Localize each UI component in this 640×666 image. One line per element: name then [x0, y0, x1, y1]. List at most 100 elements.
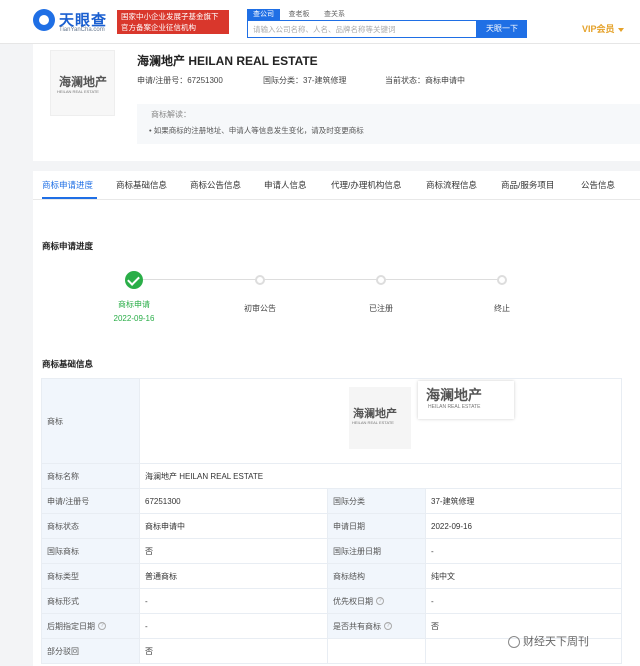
row-label: 国际注册日期	[327, 538, 426, 564]
row-value: -	[424, 538, 623, 564]
enlarged-logo-en: HEILAN REAL ESTATE	[428, 404, 481, 410]
row-value: 否	[139, 638, 328, 664]
tab-applicant-info[interactable]: 申请人信息	[264, 179, 307, 191]
detail-tabs: 商标申请进度 商标基础信息 商标公告信息 申请人信息 代理/办理机构信息 商标流…	[33, 171, 640, 200]
step-dot-3	[376, 275, 386, 285]
vip-menu[interactable]: VIP会员	[582, 22, 624, 35]
search-box	[247, 20, 477, 38]
trademark-title: 海澜地产 HEILAN REAL ESTATE	[137, 54, 318, 68]
image-logo-en: HEILAN REAL ESTATE	[352, 420, 394, 425]
row-label: 申请日期	[327, 513, 426, 539]
trademark-summary: 海澜地产 HEILAN REAL ESTATE 海澜地产 HEILAN REAL…	[33, 44, 640, 161]
row-label-with-help: 后期指定日期?	[41, 613, 140, 639]
help-icon[interactable]: ?	[98, 622, 106, 631]
thumbnail-logo-en: HEILAN REAL ESTATE	[57, 89, 99, 94]
row-value: -	[139, 588, 328, 614]
basic-section-title: 商标基础信息	[42, 359, 94, 369]
watermark: 财经天下周刊	[508, 633, 589, 649]
table-row: 商标形式 - 优先权日期? -	[41, 588, 623, 614]
step-dot-4	[497, 275, 507, 285]
row-label: 优先权日期	[333, 596, 373, 606]
step-dot-2	[255, 275, 265, 285]
row-label-with-help: 是否共有商标?	[327, 613, 426, 639]
row-value: 67251300	[139, 488, 328, 514]
tab-announcement-info[interactable]: 商标公告信息	[190, 179, 241, 191]
chevron-down-icon	[617, 27, 624, 32]
official-badge: 国家中小企业发展子基金旗下 官方备案企业征信机构	[117, 10, 229, 34]
table-row: 申请/注册号 67251300 国际分类 37-建筑修理	[41, 488, 623, 514]
row-label: 部分驳回	[41, 638, 140, 664]
row-label: 商标结构	[327, 563, 426, 589]
trademark-interpretation: 商标解读： • 如果商标的注册地址、申请人等信息发生变化，请及时变更商标	[137, 104, 640, 144]
enlarged-logo-cn: 海澜地产	[426, 387, 482, 403]
tab-progress[interactable]: 商标申请进度	[42, 179, 93, 191]
row-label: 后期指定日期	[47, 621, 95, 631]
trademark-image-cell: 海澜地产 HEILAN REAL ESTATE 海澜地产 HEILAN REAL…	[138, 378, 623, 464]
badge-line-1: 国家中小企业发展子基金旗下	[121, 12, 219, 21]
trademark-thumbnail[interactable]: 海澜地产 HEILAN REAL ESTATE	[50, 50, 115, 116]
site-logo[interactable]: 天眼查 TianYanCha.com	[33, 9, 113, 35]
help-icon[interactable]: ?	[384, 622, 392, 631]
table-row: 商标 海澜地产 HEILAN REAL ESTATE 海澜地产 HEILAN R…	[41, 378, 623, 464]
table-row: 商标名称 海澜地产 HEILAN REAL ESTATE	[41, 463, 623, 489]
logo-eye-icon	[33, 9, 55, 31]
row-label-with-help: 优先权日期?	[327, 588, 426, 614]
step-date-1: 2022-09-16	[113, 314, 155, 323]
vip-label: VIP会员	[582, 24, 615, 34]
trademark-image[interactable]: 海澜地产 HEILAN REAL ESTATE	[349, 387, 411, 449]
step-label-2: 初审公告	[244, 304, 276, 313]
row-value: 纯中文	[424, 563, 623, 589]
interpretation-tip: • 如果商标的注册地址、申请人等信息发生变化，请及时变更商标	[149, 126, 364, 135]
table-row: 商标状态 商标申请中 申请日期 2022-09-16	[41, 513, 623, 539]
search-button[interactable]: 天眼一下	[477, 20, 527, 38]
row-label: 国际商标	[41, 538, 140, 564]
basic-info-table: 商标 海澜地产 HEILAN REAL ESTATE 海澜地产 HEILAN R…	[41, 378, 623, 664]
progress-track	[143, 279, 503, 280]
top-header: 天眼查 TianYanCha.com 国家中小企业发展子基金旗下 官方备案企业征…	[0, 0, 640, 44]
tab-process-info[interactable]: 商标流程信息	[426, 179, 477, 191]
trademark-image-enlarged: 海澜地产 HEILAN REAL ESTATE	[418, 381, 514, 419]
summary-intl-class: 国际分类：37-建筑修理	[263, 76, 347, 85]
table-row: 商标类型 普通商标 商标结构 纯中文	[41, 563, 623, 589]
row-label: 商标类型	[41, 563, 140, 589]
step-label-1: 商标申请	[118, 300, 150, 309]
watermark-text: 财经天下周刊	[523, 636, 589, 648]
search-tabs: 查公司 查老板 查关系	[247, 8, 351, 21]
step-label-3: 已注册	[369, 304, 393, 313]
row-value: -	[139, 613, 328, 639]
tab-notice-info[interactable]: 公告信息	[581, 179, 615, 191]
row-label: 商标名称	[41, 463, 140, 489]
row-value: 2022-09-16	[424, 513, 623, 539]
interpretation-title: 商标解读：	[151, 110, 191, 119]
empty-cell	[327, 638, 426, 664]
row-value: 37-建筑修理	[424, 488, 623, 514]
check-icon	[125, 271, 143, 289]
row-value: 海澜地产 HEILAN REAL ESTATE	[138, 463, 623, 489]
thumbnail-logo-cn: 海澜地产	[59, 75, 108, 89]
main-content: 商标申请进度 商标申请 2022-09-16 初审公告 已注册 终止 商标基础信…	[33, 200, 640, 666]
tab-agency-info[interactable]: 代理/办理机构信息	[331, 179, 401, 191]
row-label: 申请/注册号	[41, 488, 140, 514]
help-icon[interactable]: ?	[376, 597, 384, 606]
summary-status: 当前状态：商标申请中	[385, 76, 465, 85]
search-input[interactable]	[248, 21, 476, 37]
step-label-4: 终止	[494, 304, 510, 313]
watermark-logo-icon	[508, 636, 520, 649]
row-label: 商标	[41, 378, 140, 464]
tab-goods-services[interactable]: 商品/服务项目	[501, 179, 554, 191]
logo-url: TianYanCha.com	[59, 27, 105, 33]
badge-line-2: 官方备案企业征信机构	[121, 23, 196, 32]
row-value: 否	[139, 538, 328, 564]
row-label: 国际分类	[327, 488, 426, 514]
row-label: 商标形式	[41, 588, 140, 614]
tab-basic-info[interactable]: 商标基础信息	[116, 179, 167, 191]
row-value: 商标申请中	[139, 513, 328, 539]
table-row: 国际商标 否 国际注册日期 -	[41, 538, 623, 564]
row-label: 商标状态	[41, 513, 140, 539]
summary-reg-no: 申请/注册号：67251300	[137, 76, 223, 85]
active-tab-indicator	[42, 197, 97, 199]
row-label: 是否共有商标	[333, 621, 381, 631]
progress-section-title: 商标申请进度	[42, 241, 94, 251]
row-value: 普通商标	[139, 563, 328, 589]
row-value: -	[424, 588, 623, 614]
